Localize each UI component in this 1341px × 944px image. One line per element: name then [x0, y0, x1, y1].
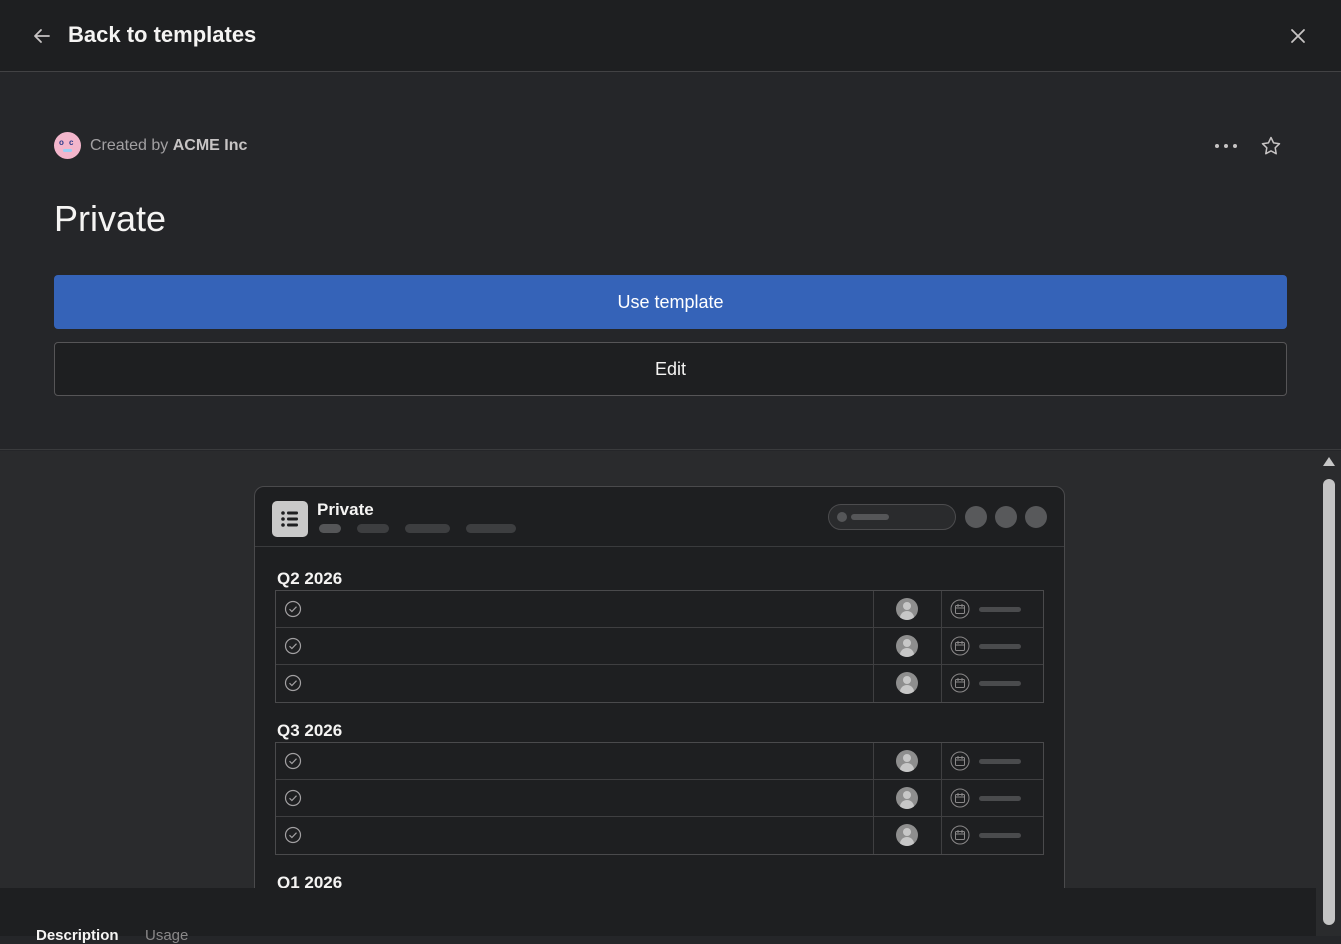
- avatar: [896, 787, 918, 809]
- template-preview: Private Q2 2026 Q3 2026 Q1 2026: [0, 451, 1316, 888]
- calendar-icon: [950, 788, 970, 808]
- close-icon[interactable]: [1288, 26, 1308, 46]
- calendar-icon: [950, 599, 970, 619]
- preview-search-placeholder: [828, 504, 956, 530]
- section-label: Q2 2026: [277, 569, 343, 588]
- preview-tab-placeholder: [405, 524, 450, 533]
- creator-info: o c Created by ACME Inc: [54, 132, 247, 159]
- avatar: [896, 824, 918, 846]
- star-icon[interactable]: [1260, 135, 1282, 157]
- table-row: [276, 817, 1043, 854]
- list-icon: [272, 501, 308, 537]
- avatar: [896, 750, 918, 772]
- calendar-icon: [950, 825, 970, 845]
- check-circle-icon: [284, 674, 302, 692]
- scroll-thumb[interactable]: [1323, 479, 1335, 925]
- logo-eye-right: c: [69, 138, 74, 147]
- calendar-icon: [950, 673, 970, 693]
- table-row: [276, 628, 1043, 665]
- more-icon[interactable]: [1212, 136, 1240, 156]
- preview-tab-placeholder: [319, 524, 341, 533]
- task-table: [275, 742, 1044, 855]
- preview-tab-placeholder: [357, 524, 389, 533]
- check-circle-icon: [284, 789, 302, 807]
- preview-title: Private: [317, 500, 374, 519]
- preview-card: Private Q2 2026 Q3 2026 Q1 2026: [254, 486, 1065, 888]
- creator-logo: o c: [54, 132, 81, 159]
- use-template-button[interactable]: Use template: [54, 275, 1287, 329]
- template-header: o c Created by ACME Inc Private Use temp…: [0, 72, 1341, 450]
- preview-avatar-placeholder: [1025, 506, 1047, 528]
- check-circle-icon: [284, 826, 302, 844]
- bottom-tab-bar: Description Usage: [0, 888, 1316, 944]
- task-table: [275, 590, 1044, 703]
- creator-name: ACME Inc: [172, 136, 248, 154]
- avatar: [896, 635, 918, 657]
- creator-text: Created by ACME Inc: [90, 137, 247, 155]
- back-arrow-icon[interactable]: [32, 26, 52, 46]
- preview-tab-placeholder: [466, 524, 516, 533]
- page-title: Private: [54, 198, 167, 239]
- preview-avatar-placeholder: [965, 506, 987, 528]
- table-row: [276, 743, 1043, 780]
- table-row: [276, 780, 1043, 817]
- table-row: [276, 665, 1043, 702]
- creator-prefix: Created by: [90, 136, 169, 154]
- section-label: Q3 2026: [277, 721, 343, 740]
- check-circle-icon: [284, 752, 302, 770]
- preview-avatar-placeholder: [995, 506, 1017, 528]
- check-circle-icon: [284, 600, 302, 618]
- table-row: [276, 591, 1043, 628]
- preview-header: Private: [255, 487, 1064, 547]
- logo-mouth: [63, 149, 72, 152]
- check-circle-icon: [284, 637, 302, 655]
- top-bar: Back to templates: [0, 0, 1341, 72]
- scrollbar[interactable]: [1316, 451, 1341, 936]
- avatar: [896, 598, 918, 620]
- section-label: Q1 2026: [277, 873, 343, 888]
- calendar-icon: [950, 751, 970, 771]
- back-to-templates-link[interactable]: Back to templates: [68, 22, 256, 48]
- logo-eye-left: o: [59, 138, 64, 147]
- edit-button[interactable]: Edit: [54, 342, 1287, 396]
- avatar: [896, 672, 918, 694]
- calendar-icon: [950, 636, 970, 656]
- scroll-up-arrow-icon[interactable]: [1323, 457, 1335, 466]
